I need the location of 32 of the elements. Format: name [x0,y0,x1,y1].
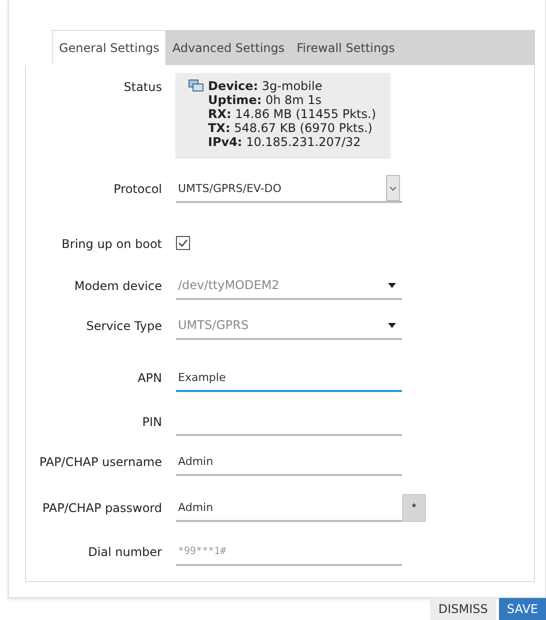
tab[interactable]: Firewall Settings [290,30,401,65]
status-line: TX: 548.67 KB (6970 Pkts.) [208,121,374,135]
field-label: APN [136,370,162,386]
dismiss-button[interactable]: DISMISS [430,598,496,620]
field-label: Modem device [73,278,162,294]
caret-down-icon [388,282,396,288]
status-line: Device: 3g-mobile [208,79,324,93]
status-line: Uptime: 0h 8m 1s [208,93,323,107]
checkbox[interactable] [176,236,190,250]
save-button[interactable]: SAVE [498,598,546,620]
dropdown-field[interactable]: /dev/ttyMODEM2 [176,272,402,300]
tab[interactable]: General Settings [52,30,166,65]
network-icon [188,79,204,93]
field-label: Status [122,79,162,95]
caret-down-icon [388,322,396,328]
field-label: Dial number [87,544,162,560]
status-line: RX: 14.86 MB (11455 Pkts.) [208,107,376,121]
field-label: Protocol [112,181,162,197]
field-label: Bring up on boot [60,236,162,252]
field-label: PAP/CHAP password [41,500,162,516]
chevron-down-icon [389,186,397,190]
dropdown-field[interactable]: UMTS/GPRS [176,312,402,340]
field-label: PAP/CHAP username [38,454,162,470]
input-field[interactable]: Example [176,364,402,392]
tab[interactable]: Advanced Settings [166,30,291,65]
password-field[interactable]: Admin [176,494,402,522]
input-field[interactable]: Admin [176,448,402,476]
status-line: IPv4: 10.185.231.207/32 [208,135,362,149]
protocol-select[interactable]: UMTS/GPRS/EV-DO [176,175,402,203]
field-label: Service Type [85,318,162,334]
field-label: PIN [141,414,162,430]
reveal-button[interactable]: * [402,494,426,522]
